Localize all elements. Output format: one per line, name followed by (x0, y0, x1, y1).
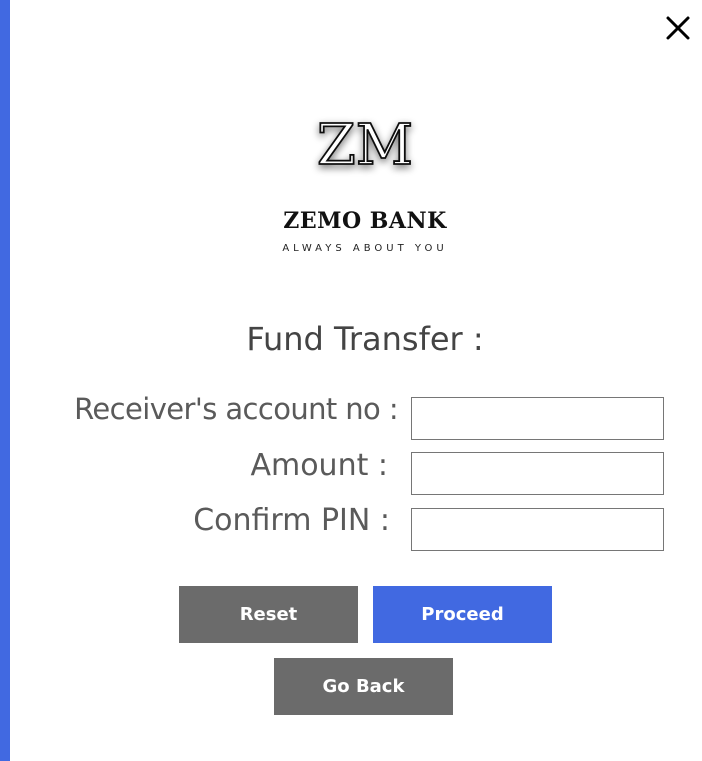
logo-text: ZM (317, 113, 413, 178)
close-icon (666, 16, 690, 40)
bank-name: ZEMO BANK (283, 208, 447, 234)
bank-logo: ZM (316, 112, 414, 178)
fund-transfer-window: ZM ZEMO BANK ALWAYS ABOUT YOU Fund Trans… (0, 0, 702, 761)
confirm-pin-input[interactable] (411, 508, 664, 551)
go-back-button[interactable]: Go Back (274, 658, 453, 715)
confirm-pin-label: Confirm PIN : (193, 503, 390, 538)
receiver-account-label: Receiver's account no : (74, 392, 398, 426)
amount-input[interactable] (411, 452, 664, 495)
accent-bar (0, 0, 10, 761)
reset-button[interactable]: Reset (179, 586, 358, 643)
close-button[interactable] (658, 8, 698, 48)
bank-tagline: ALWAYS ABOUT YOU (282, 243, 448, 254)
proceed-button[interactable]: Proceed (373, 586, 552, 643)
form-title: Fund Transfer : (246, 320, 484, 358)
amount-label: Amount : (250, 448, 388, 483)
receiver-account-input[interactable] (411, 397, 664, 440)
